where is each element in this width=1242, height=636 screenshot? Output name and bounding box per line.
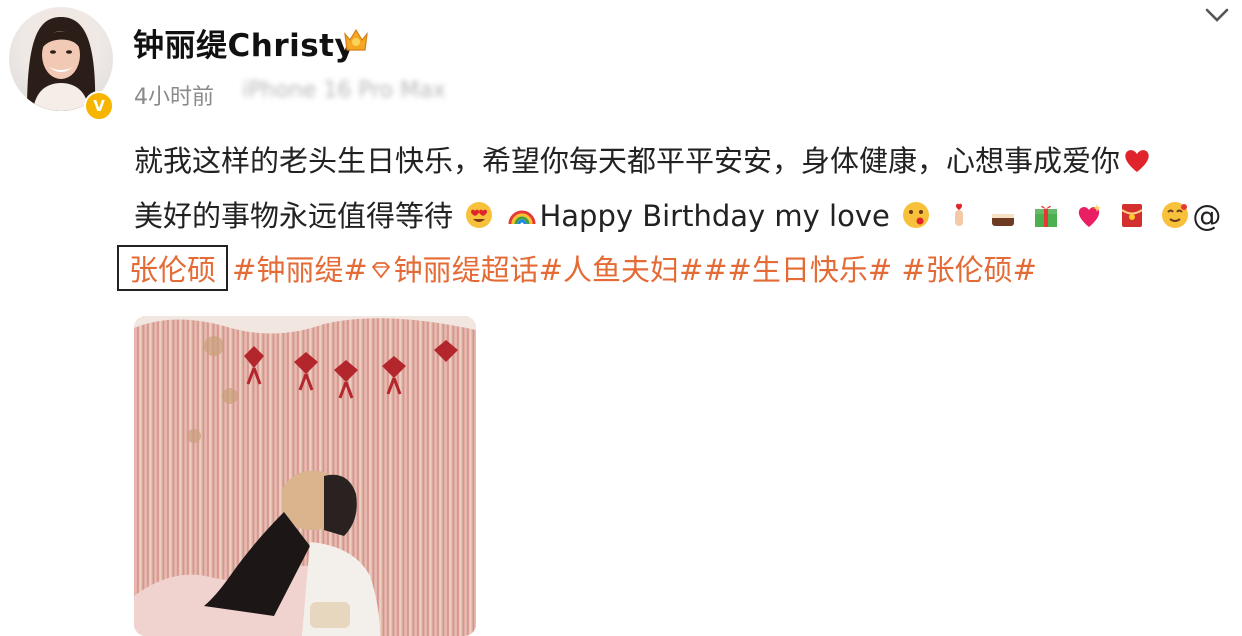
red-envelope-icon bbox=[1117, 200, 1147, 230]
post-device: iPhone 16 Pro Max bbox=[242, 78, 446, 103]
party-face-icon bbox=[1160, 200, 1190, 230]
hashtag-link[interactable]: #钟丽缇# bbox=[232, 253, 368, 287]
super-topic-gem-icon bbox=[371, 262, 390, 279]
gift-icon bbox=[1031, 200, 1061, 230]
post-text-segment: 美好的事物永远值得等待 bbox=[134, 199, 454, 233]
post-photo[interactable] bbox=[134, 316, 476, 636]
post-text-line-3: 张伦硕 #钟丽缇# 钟丽缇超话#人鱼夫妇###生日快乐# #张伦硕# bbox=[117, 245, 1037, 291]
hashtag-link[interactable]: #人鱼夫妇# bbox=[539, 253, 704, 287]
username[interactable]: 钟丽缇Christy bbox=[133, 20, 355, 65]
rainbow-icon bbox=[507, 200, 537, 230]
post-text-line-1: 就我这样的老头生日快乐，希望你每天都平平安安，身体健康，心想事成爱你 bbox=[134, 138, 1154, 180]
heart-icon bbox=[1122, 145, 1152, 175]
hashtag-link[interactable]: #张伦硕# bbox=[901, 253, 1037, 287]
verified-badge-icon: V bbox=[84, 91, 114, 121]
heart-eyes-icon bbox=[464, 200, 494, 230]
mention-link[interactable]: 张伦硕 bbox=[117, 245, 229, 291]
crown-icon bbox=[344, 28, 368, 51]
post-text-segment: 就我这样的老头生日快乐，希望你每天都平平安安，身体健康，心想事成爱你 bbox=[134, 144, 1121, 178]
chevron-down-icon[interactable] bbox=[1204, 4, 1230, 26]
kiss-face-icon bbox=[901, 200, 931, 230]
hashtag-link[interactable]: ##生日快乐# bbox=[703, 253, 892, 287]
post-time: 4小时前 bbox=[134, 85, 214, 110]
finger-heart-icon bbox=[944, 200, 974, 230]
at-sign: @ bbox=[1192, 199, 1222, 233]
cake-icon bbox=[988, 200, 1018, 230]
post-text-english: Happy Birthday my love bbox=[539, 199, 890, 233]
super-topic-link[interactable]: 钟丽缇超话 bbox=[394, 253, 539, 287]
sparkling-heart-icon bbox=[1074, 200, 1104, 230]
post-text-line-2: 美好的事物永远值得等待 Happy Birthday my love @ bbox=[134, 193, 1221, 235]
